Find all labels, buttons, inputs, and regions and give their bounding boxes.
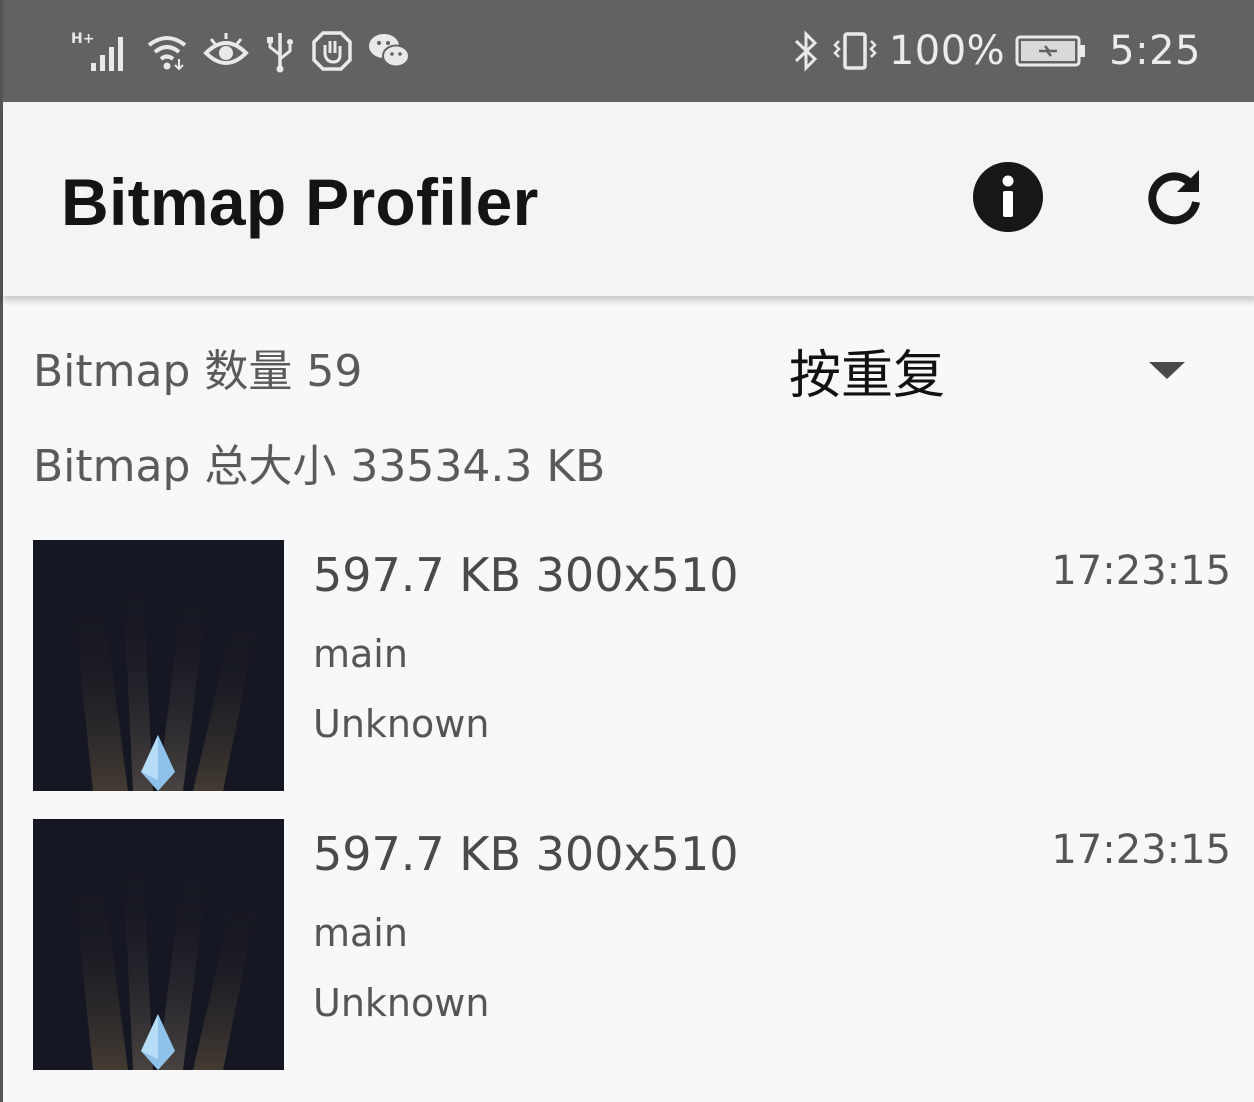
bitmap-source: Unknown xyxy=(313,981,490,1025)
sort-selected-value: 按重复 xyxy=(789,345,946,406)
bluetooth-icon xyxy=(791,29,821,73)
app-toolbar: Bitmap Profiler xyxy=(3,102,1254,296)
info-button[interactable] xyxy=(963,154,1053,244)
app-screen: H+ 100% 5:25 Bitmap Profiler Bitmap 数量 5… xyxy=(0,0,1254,1102)
wifi-icon xyxy=(145,29,189,73)
status-icons-right: 100% 5:25 xyxy=(791,26,1201,76)
bitmap-timestamp: 17:23:15 xyxy=(1051,827,1231,873)
refresh-icon xyxy=(1141,164,1207,234)
list-item[interactable]: 597.7 KB 300x510 main Unknown 17:23:15 xyxy=(33,819,1233,1071)
refresh-button[interactable] xyxy=(1129,154,1219,244)
bitmap-thumbnail xyxy=(33,819,284,1070)
bitmap-thread: main xyxy=(313,911,408,955)
chevron-down-icon xyxy=(1149,360,1185,384)
wechat-icon xyxy=(367,29,411,73)
hand-icon xyxy=(311,29,353,73)
battery-percent: 100% xyxy=(888,28,1006,74)
bitmap-size-dimensions: 597.7 KB 300x510 xyxy=(313,548,739,602)
status-icons-left: H+ xyxy=(69,26,411,76)
clock-time: 5:25 xyxy=(1109,28,1201,74)
bitmap-count: Bitmap 数量 59 xyxy=(33,346,363,397)
app-title: Bitmap Profiler xyxy=(61,165,539,239)
info-icon xyxy=(972,161,1044,237)
eye-icon xyxy=(203,29,249,73)
vibrate-icon xyxy=(831,29,879,73)
bitmap-total-size: Bitmap 总大小 33534.3 KB xyxy=(33,441,606,492)
network-type-label: H+ xyxy=(71,31,94,47)
sort-dropdown[interactable]: 按重复 xyxy=(753,330,1223,410)
bitmap-timestamp: 17:23:15 xyxy=(1051,548,1231,594)
usb-icon xyxy=(263,29,297,73)
signal-icon: H+ xyxy=(69,29,131,73)
bitmap-size-dimensions: 597.7 KB 300x510 xyxy=(313,827,739,881)
bitmap-source: Unknown xyxy=(313,702,490,746)
bitmap-thread: main xyxy=(313,632,408,676)
bitmap-thumbnail xyxy=(33,540,284,791)
battery-icon xyxy=(1015,29,1087,73)
list-item[interactable]: 597.7 KB 300x510 main Unknown 17:23:15 xyxy=(33,540,1233,792)
status-bar: H+ 100% 5:25 xyxy=(3,0,1254,102)
